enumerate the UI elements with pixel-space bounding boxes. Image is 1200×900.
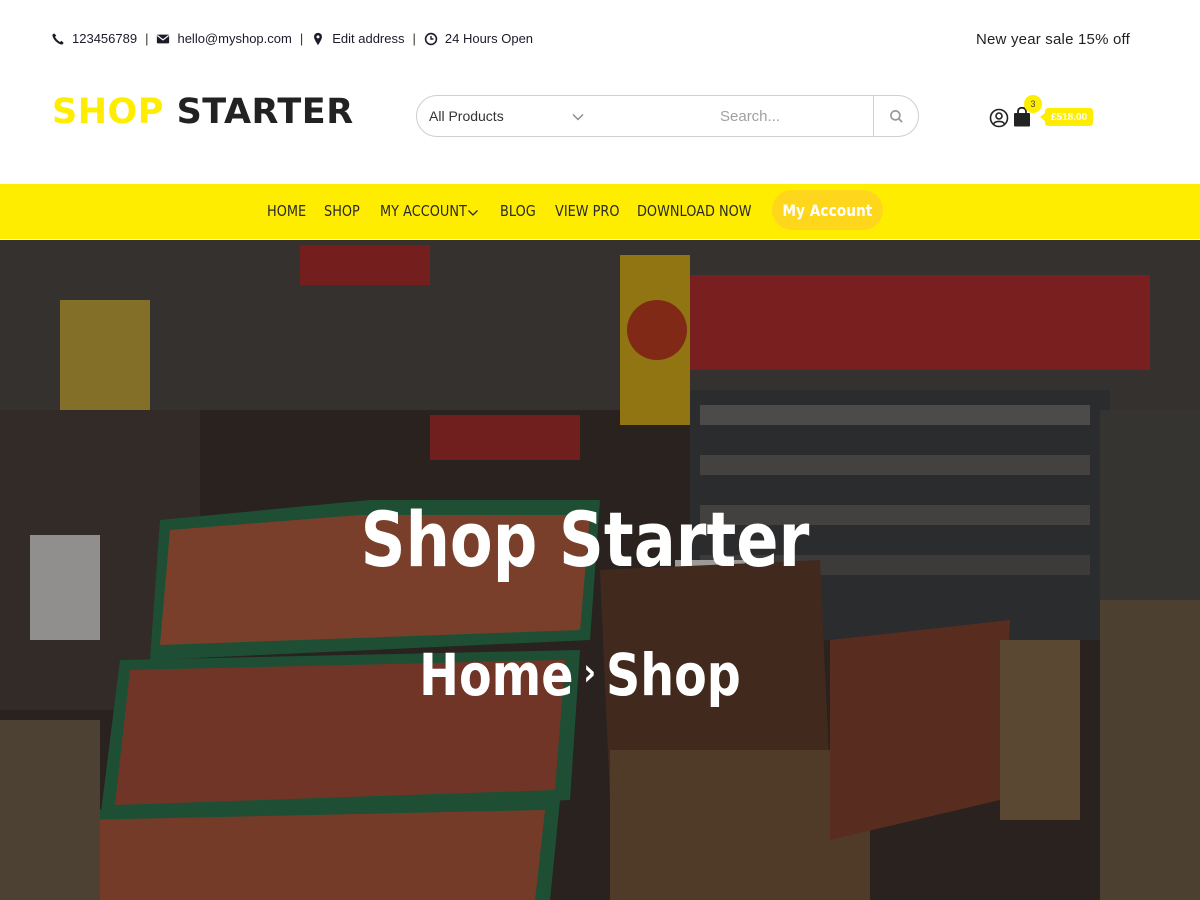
cart-count-badge: 3: [1024, 95, 1042, 113]
contact-info: 123456789 | hello@myshop.com | Edit addr…: [51, 31, 533, 46]
logo-part-starter: STARTER: [176, 92, 354, 132]
contact-hours: 24 Hours Open: [424, 31, 533, 46]
nav-item-blog[interactable]: BLOG: [500, 202, 536, 220]
contact-address[interactable]: Edit address: [311, 31, 404, 46]
chevron-down-icon[interactable]: [467, 208, 479, 218]
logo-part-shop: SHOP: [52, 92, 164, 132]
nav-item-view-pro[interactable]: VIEW PRO: [555, 202, 620, 220]
clock-icon: [424, 32, 438, 45]
my-account-button[interactable]: My Account: [772, 190, 883, 230]
breadcrumb-home[interactable]: Home: [419, 641, 573, 709]
email-address: hello@myshop.com: [177, 31, 292, 46]
nav-item-my-account[interactable]: MY ACCOUNT: [380, 202, 467, 220]
search-bar: All Products: [416, 95, 919, 137]
address-text: Edit address: [332, 31, 405, 46]
hero-banner: Shop Starter Home › Shop: [0, 240, 1200, 900]
search-button[interactable]: [873, 96, 919, 136]
separator: |: [412, 31, 416, 46]
nav-item-shop[interactable]: SHOP: [324, 202, 360, 220]
nav-item-download-now[interactable]: DOWNLOAD NOW: [637, 202, 752, 220]
search-input[interactable]: [720, 104, 870, 128]
separator: |: [299, 31, 304, 46]
hero-title: Shop Starter: [360, 495, 810, 584]
user-icon[interactable]: [989, 108, 1009, 128]
contact-email[interactable]: hello@myshop.com: [156, 31, 292, 46]
category-select[interactable]: All Products: [429, 108, 504, 124]
phone-icon: [52, 32, 64, 45]
phone-number: 123456789: [72, 31, 138, 46]
contact-phone[interactable]: 123456789: [51, 31, 137, 46]
my-account-button-label: My Account: [782, 200, 873, 220]
envelope-icon: [157, 34, 170, 43]
search-icon: [890, 109, 903, 123]
promo-text: New year sale 15% off: [975, 31, 1130, 48]
separator: |: [145, 31, 149, 46]
main-nav: HOME SHOP MY ACCOUNT BLOG VIEW PRO DOWNL…: [0, 184, 1200, 239]
breadcrumb-separator: ›: [583, 650, 597, 694]
breadcrumb: Home › Shop: [104, 641, 1055, 709]
site-logo[interactable]: SHOP STARTER: [52, 92, 354, 132]
chevron-down-icon[interactable]: [571, 110, 585, 124]
nav-item-home[interactable]: HOME: [267, 202, 306, 220]
breadcrumb-current: Shop: [605, 641, 741, 709]
hours-text: 24 Hours Open: [444, 31, 534, 46]
top-bar: 123456789 | hello@myshop.com | Edit addr…: [0, 0, 1200, 78]
cart-total-badge[interactable]: £518.00: [1039, 108, 1094, 126]
map-marker-icon: [314, 32, 323, 45]
